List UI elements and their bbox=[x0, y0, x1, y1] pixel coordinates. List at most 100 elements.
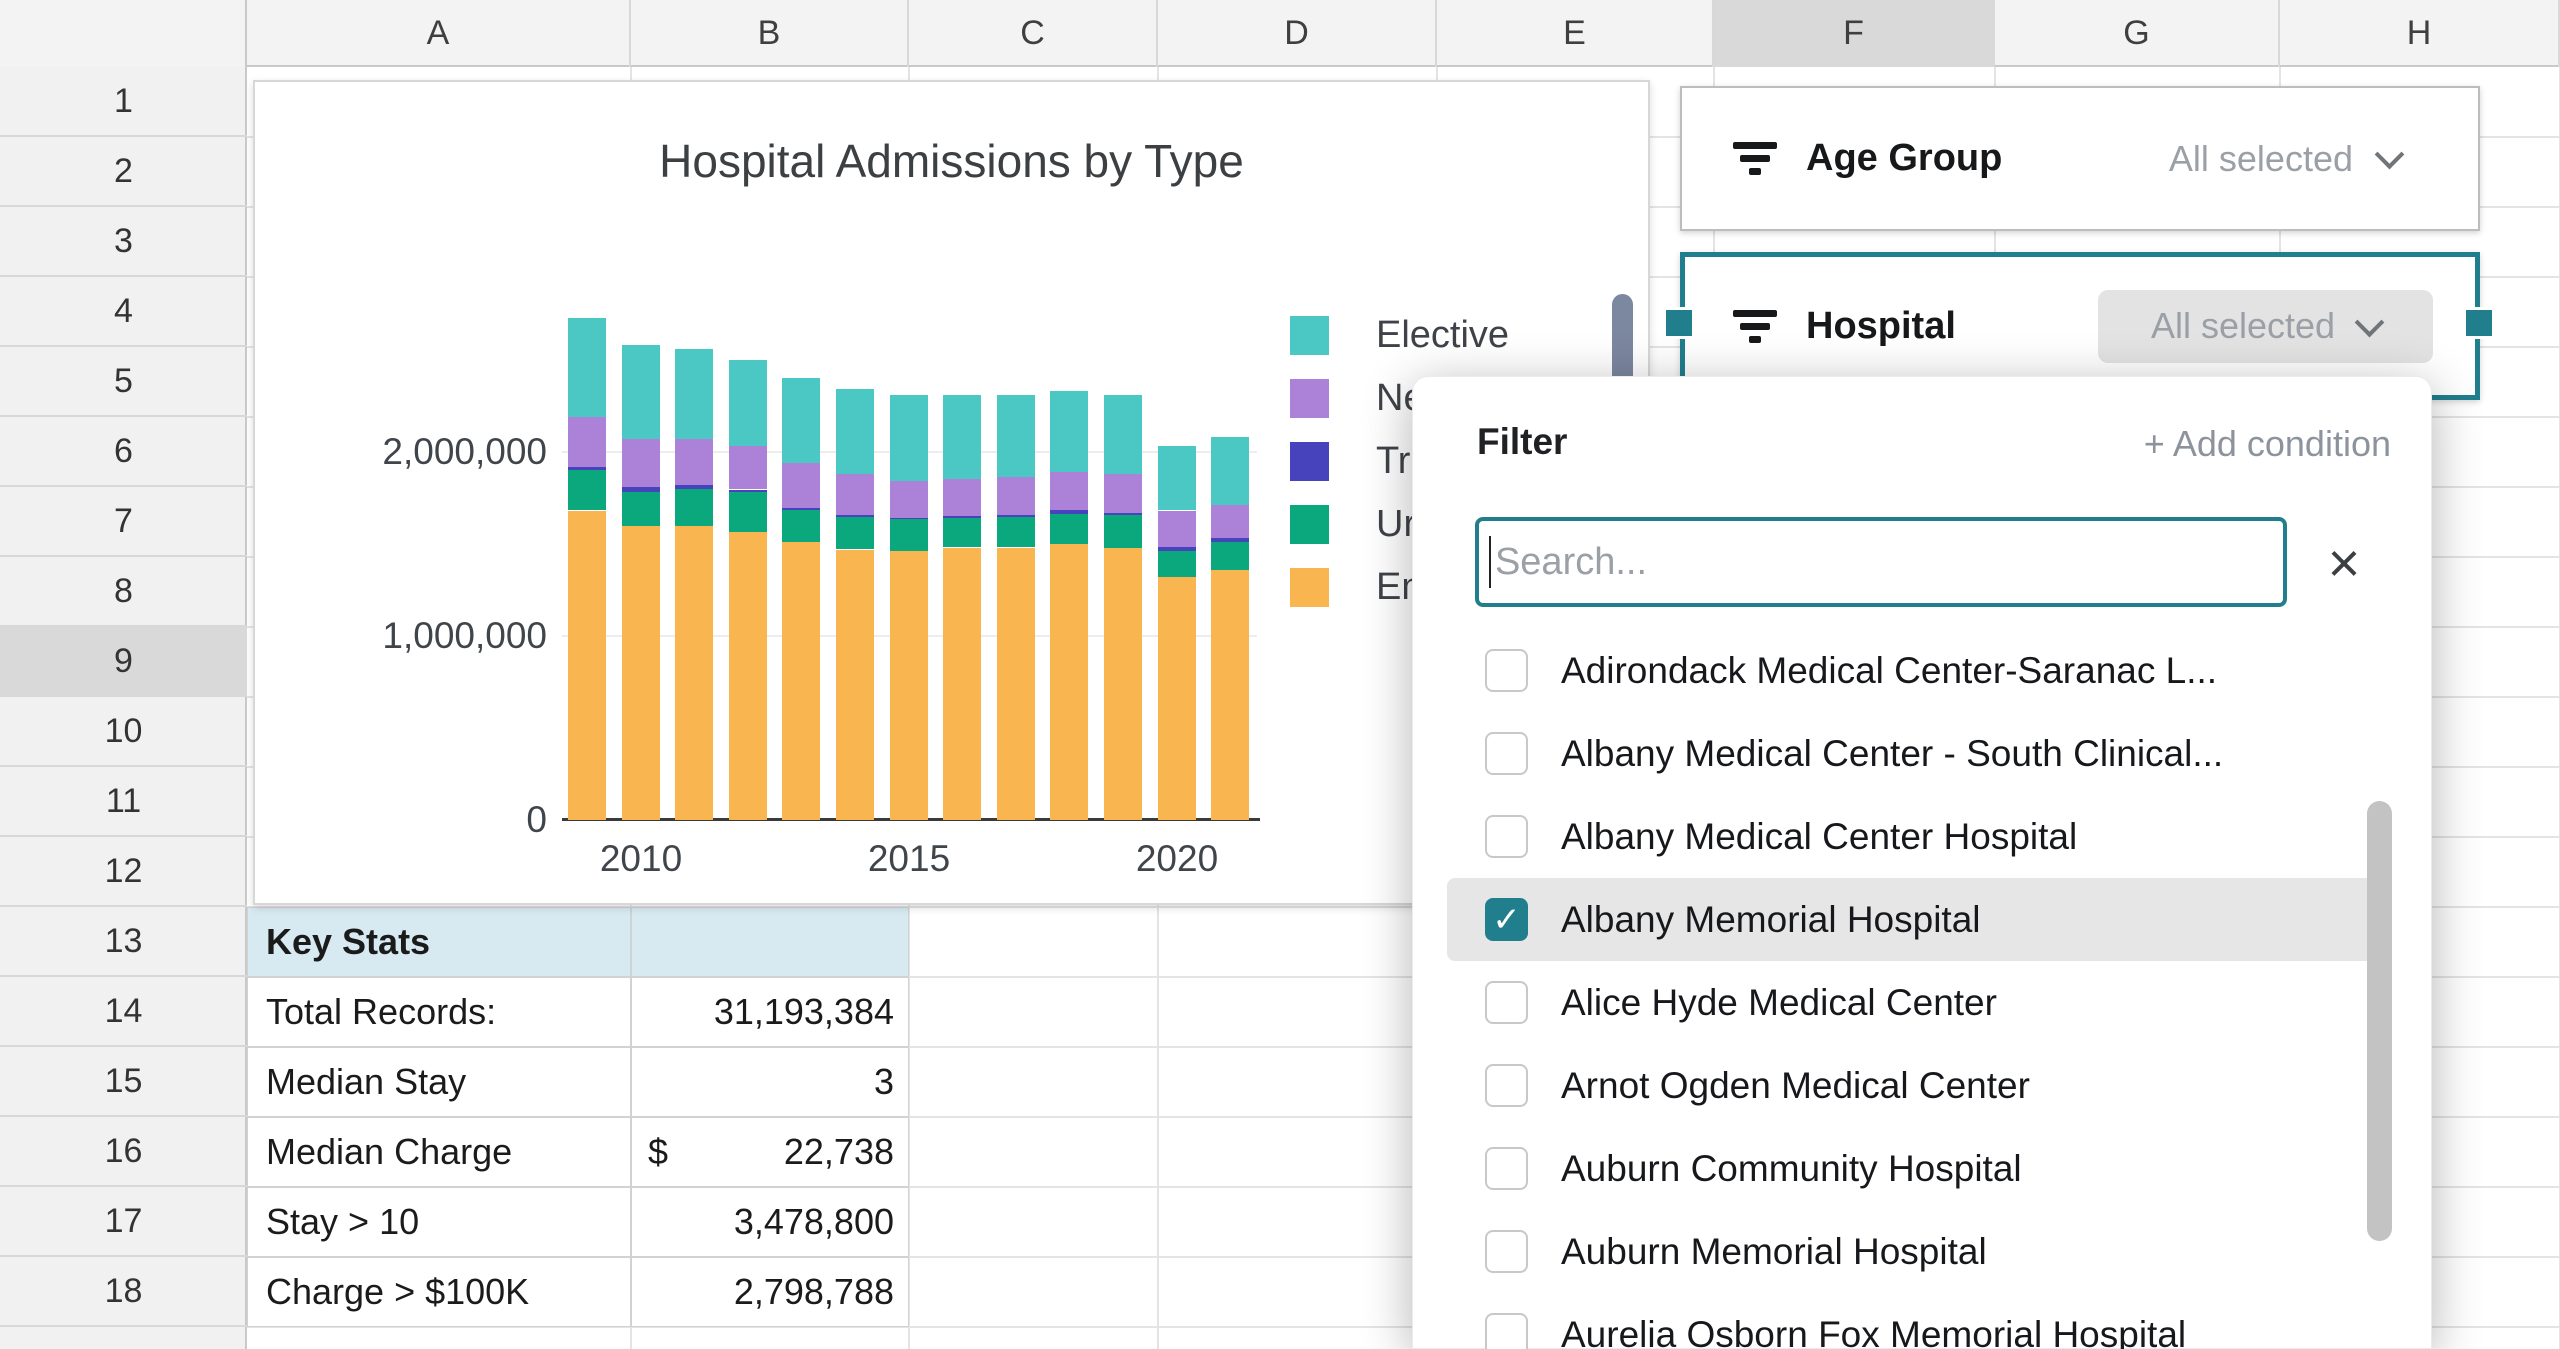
key-stats-label-cell[interactable]: Stay > 10 bbox=[247, 1187, 631, 1257]
bar-segment-newborn-2016[interactable] bbox=[943, 479, 981, 516]
bar-segment-emergency-2019[interactable] bbox=[1104, 548, 1142, 820]
checkbox[interactable] bbox=[1485, 1313, 1528, 1349]
bar-segment-elective-2013[interactable] bbox=[782, 378, 820, 463]
bar-segment-newborn-2014[interactable] bbox=[836, 474, 874, 515]
column-header-E[interactable]: E bbox=[1437, 0, 1714, 67]
column-header-F[interactable]: F bbox=[1714, 0, 1995, 67]
add-condition-button[interactable]: + Add condition bbox=[2144, 423, 2391, 465]
bar-segment-elective-2016[interactable] bbox=[943, 395, 981, 479]
row-header-6[interactable]: 6 bbox=[0, 417, 247, 487]
bar-segment-elective-2011[interactable] bbox=[675, 349, 713, 439]
bar-segment-emergency-2021[interactable] bbox=[1211, 570, 1249, 820]
row-header-13[interactable]: 13 bbox=[0, 907, 247, 977]
bar-segment-emergency-2013[interactable] bbox=[782, 542, 820, 820]
row-header-16[interactable]: 16 bbox=[0, 1117, 247, 1187]
bar-segment-urgent-2013[interactable] bbox=[782, 510, 820, 542]
checkbox[interactable] bbox=[1485, 1064, 1528, 1107]
bar-segment-emergency-2009[interactable] bbox=[568, 511, 606, 820]
bar-segment-urgent-2019[interactable] bbox=[1104, 515, 1142, 548]
bar-segment-newborn-2013[interactable] bbox=[782, 463, 820, 508]
bar-segment-trauma-2011[interactable] bbox=[675, 485, 713, 489]
column-header-C[interactable]: C bbox=[909, 0, 1158, 67]
list-item[interactable]: Albany Medical Center - South Clinical..… bbox=[1413, 712, 2433, 795]
bar-segment-urgent-2015[interactable] bbox=[890, 519, 928, 551]
bar-segment-newborn-2010[interactable] bbox=[622, 439, 660, 487]
bar-segment-trauma-2009[interactable] bbox=[568, 467, 606, 470]
key-stats-label-cell[interactable]: Median Stay bbox=[247, 1047, 631, 1117]
list-scrollbar-thumb[interactable] bbox=[2367, 801, 2392, 1241]
bar-segment-elective-2020[interactable] bbox=[1158, 446, 1196, 510]
key-stats-value-cell[interactable]: 31,193,384 bbox=[631, 977, 909, 1047]
list-item[interactable]: ✓Albany Memorial Hospital bbox=[1413, 878, 2433, 961]
key-stats-label-cell[interactable]: Median Charge bbox=[247, 1117, 631, 1187]
checkbox[interactable]: ✓ bbox=[1485, 898, 1528, 941]
select-all-corner[interactable] bbox=[0, 0, 247, 67]
bar-segment-emergency-2011[interactable] bbox=[675, 526, 713, 820]
row-header-14[interactable]: 14 bbox=[0, 977, 247, 1047]
bar-segment-emergency-2020[interactable] bbox=[1158, 577, 1196, 820]
list-item[interactable]: Adirondack Medical Center-Saranac L... bbox=[1413, 629, 2433, 712]
slicer-resize-handle-left[interactable] bbox=[1663, 307, 1695, 339]
key-stats-value-cell[interactable]: 3,478,800 bbox=[631, 1187, 909, 1257]
bar-segment-urgent-2009[interactable] bbox=[568, 469, 606, 510]
bar-segment-trauma-2017[interactable] bbox=[997, 515, 1035, 517]
bar-segment-trauma-2020[interactable] bbox=[1158, 547, 1196, 551]
bar-segment-trauma-2012[interactable] bbox=[729, 490, 767, 492]
search-input[interactable] bbox=[1491, 521, 2283, 603]
key-stats-header-cell-b[interactable] bbox=[631, 907, 909, 977]
bar-segment-elective-2010[interactable] bbox=[622, 345, 660, 439]
bar-segment-newborn-2017[interactable] bbox=[997, 477, 1035, 515]
key-stats-header-cell[interactable]: Key Stats bbox=[247, 907, 631, 977]
age-group-slicer-dropdown[interactable]: All selected bbox=[2169, 138, 2400, 180]
row-header-18[interactable]: 18 bbox=[0, 1257, 247, 1327]
bar-segment-newborn-2018[interactable] bbox=[1050, 472, 1088, 510]
bar-segment-elective-2012[interactable] bbox=[729, 360, 767, 446]
bar-segment-urgent-2014[interactable] bbox=[836, 517, 874, 549]
key-stats-value-cell[interactable]: 2,798,788 bbox=[631, 1257, 909, 1327]
bar-segment-newborn-2021[interactable] bbox=[1211, 505, 1249, 538]
bar-segment-urgent-2016[interactable] bbox=[943, 518, 981, 547]
checkbox[interactable] bbox=[1485, 815, 1528, 858]
list-item[interactable]: Arnot Ogden Medical Center bbox=[1413, 1044, 2433, 1127]
bar-segment-newborn-2019[interactable] bbox=[1104, 474, 1142, 513]
slicer-resize-handle-right[interactable] bbox=[2463, 307, 2495, 339]
bar-segment-urgent-2012[interactable] bbox=[729, 492, 767, 532]
key-stats-value-cell[interactable]: $22,738 bbox=[631, 1117, 909, 1187]
row-header-11[interactable]: 11 bbox=[0, 767, 247, 837]
checkbox[interactable] bbox=[1485, 981, 1528, 1024]
bar-segment-elective-2009[interactable] bbox=[568, 318, 606, 417]
clear-search-button[interactable]: × bbox=[2309, 523, 2379, 601]
bar-segment-newborn-2009[interactable] bbox=[568, 417, 606, 467]
bar-segment-trauma-2014[interactable] bbox=[836, 515, 874, 517]
checkbox[interactable] bbox=[1485, 1147, 1528, 1190]
row-header-12[interactable]: 12 bbox=[0, 837, 247, 907]
row-header-17[interactable]: 17 bbox=[0, 1187, 247, 1257]
bar-segment-emergency-2010[interactable] bbox=[622, 526, 660, 820]
bar-segment-elective-2019[interactable] bbox=[1104, 395, 1142, 474]
list-item[interactable]: Alice Hyde Medical Center bbox=[1413, 961, 2433, 1044]
bar-segment-urgent-2011[interactable] bbox=[675, 489, 713, 526]
key-stats-value-cell[interactable]: 3 bbox=[631, 1047, 909, 1117]
row-header-3[interactable]: 3 bbox=[0, 207, 247, 277]
bar-segment-urgent-2010[interactable] bbox=[622, 492, 660, 526]
list-item[interactable]: Aurelia Osborn Fox Memorial Hospital bbox=[1413, 1293, 2433, 1349]
list-item[interactable]: Auburn Community Hospital bbox=[1413, 1127, 2433, 1210]
list-item[interactable]: Auburn Memorial Hospital bbox=[1413, 1210, 2433, 1293]
bar-segment-emergency-2018[interactable] bbox=[1050, 544, 1088, 820]
bar-segment-emergency-2015[interactable] bbox=[890, 551, 928, 820]
bar-segment-newborn-2020[interactable] bbox=[1158, 511, 1196, 547]
bar-segment-urgent-2017[interactable] bbox=[997, 516, 1035, 547]
bar-segment-elective-2021[interactable] bbox=[1211, 437, 1249, 505]
bar-segment-elective-2014[interactable] bbox=[836, 389, 874, 474]
checkbox[interactable] bbox=[1485, 649, 1528, 692]
column-header-A[interactable]: A bbox=[247, 0, 631, 67]
checkbox[interactable] bbox=[1485, 732, 1528, 775]
key-stats-label-cell[interactable]: Charge > $100K bbox=[247, 1257, 631, 1327]
row-header-1[interactable]: 1 bbox=[0, 67, 247, 137]
bar-segment-newborn-2015[interactable] bbox=[890, 481, 928, 518]
row-header-7[interactable]: 7 bbox=[0, 487, 247, 557]
key-stats-label-cell[interactable]: Total Records: bbox=[247, 977, 631, 1047]
row-header-10[interactable]: 10 bbox=[0, 697, 247, 767]
bar-segment-trauma-2018[interactable] bbox=[1050, 510, 1088, 514]
bar-segment-trauma-2021[interactable] bbox=[1211, 538, 1249, 542]
